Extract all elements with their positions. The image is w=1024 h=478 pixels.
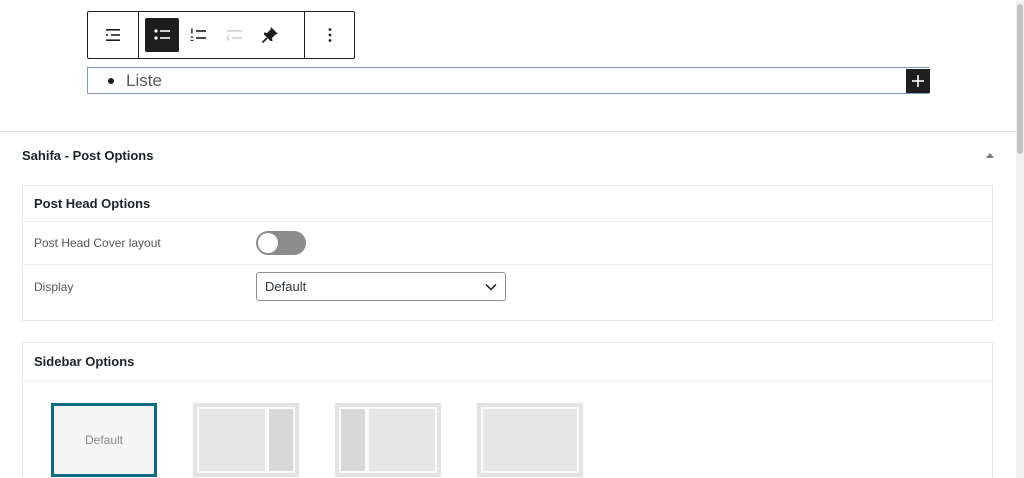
post-head-options-title: Post Head Options — [23, 186, 992, 222]
list-block[interactable]: Liste — [87, 67, 930, 94]
list-item-text[interactable]: Liste — [126, 71, 162, 91]
layout-sidebar-area — [269, 409, 293, 471]
pin-button[interactable] — [253, 18, 287, 52]
display-select[interactable]: Default — [256, 272, 506, 301]
layout-default-label: Default — [84, 433, 124, 447]
ordered-list-icon — [190, 28, 206, 41]
more-options-button[interactable] — [313, 18, 347, 52]
metabox-header[interactable]: Sahifa - Post Options — [0, 132, 1016, 178]
post-head-options-panel: Post Head Options Post Head Cover layout… — [22, 185, 993, 321]
options-group — [305, 12, 354, 58]
sidebar-options-title: Sidebar Options — [23, 343, 992, 381]
cover-layout-label: Post Head Cover layout — [34, 236, 161, 250]
layout-left-sidebar[interactable] — [335, 403, 441, 477]
block-type-list-icon — [106, 29, 120, 41]
layout-no-sidebar[interactable] — [477, 403, 583, 477]
layout-main-area — [369, 409, 435, 471]
sidebar-layout-choices: Default — [23, 381, 992, 477]
more-options-icon — [328, 28, 331, 42]
block-type-button[interactable] — [96, 18, 130, 52]
cover-layout-toggle[interactable] — [256, 231, 306, 255]
toggle-knob — [258, 233, 278, 253]
unordered-list-button[interactable] — [145, 18, 179, 52]
layout-main-area — [199, 409, 265, 471]
layout-main-area — [483, 409, 577, 471]
block-inserter-button[interactable] — [906, 69, 930, 93]
layout-sidebar-area — [341, 409, 365, 471]
display-select-value: Default — [265, 279, 307, 294]
unordered-list-icon — [154, 29, 170, 40]
bullet-icon — [108, 77, 114, 84]
list-format-group — [139, 12, 305, 58]
outdent-button[interactable] — [217, 18, 251, 52]
ordered-list-button[interactable] — [181, 18, 215, 52]
display-row: Display Default — [23, 265, 992, 308]
metabox-title: Sahifa - Post Options — [22, 147, 154, 163]
block-toolbar — [87, 11, 355, 59]
page-scrollbar[interactable] — [1016, 0, 1024, 478]
scrollbar-thumb[interactable] — [1017, 4, 1023, 154]
cover-layout-row: Post Head Cover layout — [23, 222, 992, 265]
display-label: Display — [34, 279, 74, 294]
block-switcher-group — [88, 12, 139, 58]
block-editor: Liste — [0, 0, 1024, 131]
layout-default[interactable]: Default — [51, 403, 157, 477]
sidebar-options-panel: Sidebar Options Default — [22, 342, 993, 478]
layout-right-sidebar[interactable] — [193, 403, 299, 477]
chevron-down-icon — [485, 283, 497, 291]
plus-icon — [912, 75, 924, 87]
outdent-icon — [226, 30, 242, 42]
post-options-metabox: Sahifa - Post Options Post Head Options … — [0, 131, 1016, 478]
collapse-arrow-icon[interactable] — [986, 152, 994, 158]
pin-icon — [261, 27, 278, 44]
